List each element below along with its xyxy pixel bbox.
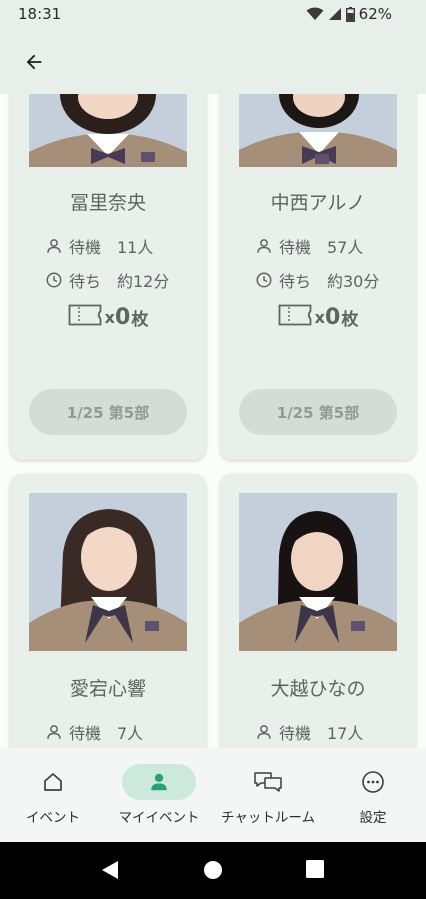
nav-label: マイイベント	[118, 810, 200, 826]
nav-item-settings[interactable]: 設定	[336, 748, 410, 842]
person-icon	[43, 721, 65, 743]
back-button[interactable]	[14, 42, 54, 82]
nav-label: チャットルーム	[221, 810, 315, 826]
waiting-row: 待機 11人	[43, 234, 153, 258]
screen: 18:31 62% 冨里奈央 待機 11人 待ち 約12分 x 0 枚 1/25…	[0, 0, 426, 899]
nav-pill-active	[122, 764, 196, 800]
system-back-icon[interactable]	[100, 860, 120, 884]
waiting-count: 57人	[327, 238, 364, 257]
nav-pill	[231, 764, 305, 800]
member-name: 冨里奈央	[69, 192, 146, 214]
status-icons: 62%	[306, 5, 392, 23]
clock-icon	[253, 269, 275, 291]
home-icon	[44, 773, 62, 791]
member-grid[interactable]: 冨里奈央 待機 11人 待ち 約12分 x 0 枚 1/25 第5部 中西アルノ…	[0, 94, 426, 748]
member-card[interactable]: 愛宕心響 待機 7人	[10, 474, 206, 748]
nav-item-my-events[interactable]: マイイベント	[110, 748, 208, 842]
member-card[interactable]: 中西アルノ 待機 57人 待ち 約30分 x 0 枚 1/25 第5部	[220, 94, 416, 460]
wait-time-row: 待ち 約12分	[43, 268, 169, 292]
battery-percent: 62%	[358, 5, 392, 23]
waiting-count: 11人	[117, 238, 154, 257]
person-icon	[253, 235, 275, 257]
wait-label: 待ち	[69, 272, 102, 291]
nav-label: 設定	[359, 810, 387, 826]
waiting-label: 待機	[279, 724, 312, 743]
member-card[interactable]: 大越ひなの 待機 17人	[220, 474, 416, 748]
system-recents-icon[interactable]	[306, 860, 324, 882]
member-photo	[29, 493, 187, 651]
waiting-row: 待機 7人	[43, 720, 143, 744]
ticket-row: x 0 枚	[220, 304, 416, 330]
member-name: 大越ひなの	[270, 678, 366, 700]
system-nav-bar	[0, 842, 426, 899]
app-bar	[0, 30, 426, 94]
ticket-count: 0	[325, 304, 341, 330]
clock-icon	[43, 269, 65, 291]
status-time: 18:31	[18, 5, 62, 23]
arrow-left-icon	[26, 54, 42, 70]
nav-label: イベント	[26, 810, 80, 826]
waiting-row: 待機 17人	[253, 720, 363, 744]
nav-item-chat-room[interactable]: チャットルーム	[216, 748, 320, 842]
bottom-nav: イベント マイイベント チャットルーム 設定	[0, 748, 426, 842]
waiting-count: 7人	[117, 724, 144, 743]
nav-pill	[336, 764, 410, 800]
nav-pill	[16, 764, 90, 800]
waiting-row: 待機 57人	[253, 234, 363, 258]
ticket-multiplier: x	[314, 307, 325, 327]
wait-time: 約30分	[327, 272, 380, 291]
wifi-icon	[306, 7, 324, 21]
ticket-count: 0	[115, 304, 131, 330]
session-button[interactable]: 1/25 第5部	[239, 389, 397, 435]
waiting-label: 待機	[69, 724, 102, 743]
person-icon	[151, 773, 167, 791]
battery-icon	[345, 6, 355, 22]
member-name: 愛宕心響	[69, 678, 146, 700]
person-icon	[253, 721, 275, 743]
signal-icon	[328, 7, 342, 21]
member-name: 中西アルノ	[270, 192, 366, 214]
ticket-unit: 枚	[131, 309, 149, 330]
member-photo	[239, 493, 397, 651]
waiting-label: 待機	[69, 238, 102, 257]
member-photo	[29, 94, 187, 167]
status-bar: 18:31 62%	[0, 0, 426, 30]
ticket-row: x 0 枚	[10, 304, 206, 330]
chat-icon	[254, 772, 282, 792]
nav-item-events[interactable]: イベント	[16, 748, 90, 842]
wait-time-row: 待ち 約30分	[253, 268, 379, 292]
member-photo	[239, 94, 397, 167]
member-card[interactable]: 冨里奈央 待機 11人 待ち 約12分 x 0 枚 1/25 第5部	[10, 94, 206, 460]
session-button[interactable]: 1/25 第5部	[29, 389, 187, 435]
waiting-count: 17人	[327, 724, 364, 743]
person-icon	[43, 235, 65, 257]
more-icon	[362, 771, 384, 793]
ticket-icon	[68, 304, 102, 330]
ticket-unit: 枚	[341, 309, 359, 330]
wait-time: 約12分	[117, 272, 170, 291]
wait-label: 待ち	[279, 272, 312, 291]
waiting-label: 待機	[279, 238, 312, 257]
ticket-icon	[278, 304, 312, 330]
system-home-icon[interactable]	[203, 860, 223, 884]
ticket-multiplier: x	[104, 307, 115, 327]
